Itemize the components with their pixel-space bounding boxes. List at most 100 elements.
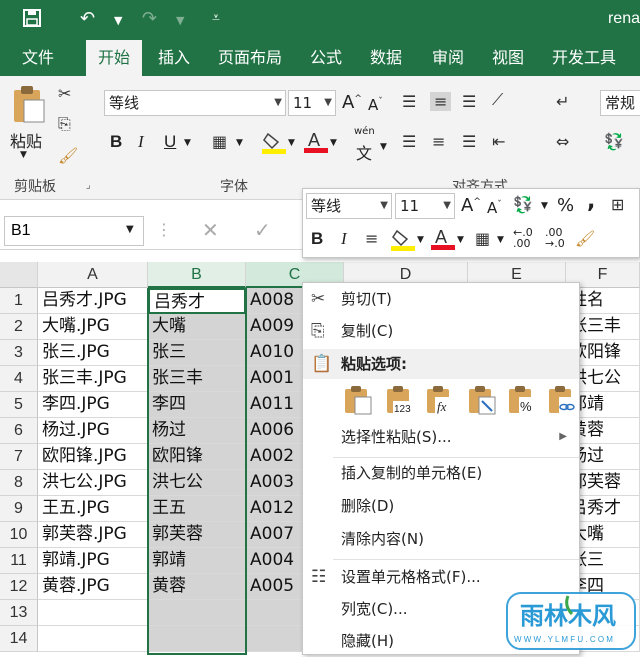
- mini-bold-button[interactable]: B: [311, 229, 323, 249]
- column-header-b[interactable]: B: [148, 262, 246, 288]
- top-align-icon[interactable]: ☰: [402, 92, 416, 111]
- column-header-a[interactable]: A: [38, 262, 148, 288]
- mini-accounting-dropdown-icon[interactable]: ▼: [541, 201, 548, 211]
- wrap-text-icon[interactable]: ↵: [556, 92, 569, 111]
- tab-file[interactable]: 文件: [10, 40, 66, 76]
- decrease-indent-icon[interactable]: ⇤: [492, 132, 505, 151]
- cell-a-7[interactable]: 欧阳锋.JPG: [38, 444, 148, 470]
- paste-icon[interactable]: [10, 84, 46, 128]
- mini-decrease-font-icon[interactable]: Aˇ: [487, 199, 502, 217]
- cell-b-1[interactable]: 吕秀才: [148, 288, 246, 314]
- cell-b-9[interactable]: 王五: [148, 496, 246, 522]
- mini-borders-icon[interactable]: ▦: [475, 229, 490, 248]
- mini-accounting-icon[interactable]: 💱: [513, 195, 533, 214]
- enter-icon[interactable]: ✓: [254, 218, 271, 242]
- italic-button[interactable]: I: [138, 132, 144, 152]
- tab-data[interactable]: 数据: [358, 40, 414, 76]
- underline-button[interactable]: U: [164, 132, 176, 152]
- cell-b-6[interactable]: 杨过: [148, 418, 246, 444]
- align-center-icon[interactable]: ≡: [432, 132, 445, 151]
- phonetic-label[interactable]: wén: [354, 126, 375, 137]
- mini-font-size-dropdown-icon[interactable]: ▼: [443, 194, 451, 218]
- font-size-dropdown-icon[interactable]: ▼: [324, 91, 332, 115]
- font-name-box[interactable]: 等线 ▼: [104, 90, 286, 116]
- menu-item-insert-copied-cells[interactable]: 插入复制的单元格(E): [303, 457, 579, 489]
- cell-a-8[interactable]: 洪七公.JPG: [38, 470, 148, 496]
- paste-link-icon[interactable]: [547, 385, 577, 415]
- merge-center-icon[interactable]: ⇔: [556, 132, 569, 151]
- cell-b-5[interactable]: 李四: [148, 392, 246, 418]
- row-header[interactable]: 11: [0, 548, 38, 574]
- redo-icon[interactable]: ↷: [142, 8, 157, 29]
- cell-b-10[interactable]: 郭芙蓉: [148, 522, 246, 548]
- name-box[interactable]: B1: [4, 216, 144, 246]
- borders-icon[interactable]: ▦: [212, 132, 227, 151]
- row-header[interactable]: 9: [0, 496, 38, 522]
- cell-a-4[interactable]: 张三丰.JPG: [38, 366, 148, 392]
- cell-a-6[interactable]: 杨过.JPG: [38, 418, 148, 444]
- row-header[interactable]: 1: [0, 288, 38, 314]
- tab-view[interactable]: 视图: [480, 40, 536, 76]
- mini-italic-button[interactable]: I: [341, 229, 347, 249]
- redo-dropdown-icon[interactable]: ▼: [176, 14, 184, 27]
- mini-font-size-box[interactable]: 11 ▼: [395, 193, 455, 219]
- mini-percent-button[interactable]: %: [557, 195, 574, 216]
- cut-icon[interactable]: ✂: [58, 84, 71, 103]
- paste-formulas-icon[interactable]: fx: [425, 385, 455, 415]
- row-header[interactable]: 14: [0, 626, 38, 652]
- cancel-icon[interactable]: ✕: [202, 218, 219, 242]
- mini-font-color-icon[interactable]: A: [431, 225, 455, 255]
- font-name-dropdown-icon[interactable]: ▼: [274, 91, 282, 115]
- undo-icon[interactable]: ↶: [80, 8, 95, 29]
- tab-review[interactable]: 审阅: [420, 40, 476, 76]
- fill-color-icon[interactable]: [262, 130, 286, 158]
- borders-dropdown-icon[interactable]: ▼: [236, 138, 243, 148]
- tab-insert[interactable]: 插入: [146, 40, 202, 76]
- mini-font-name-dropdown-icon[interactable]: ▼: [380, 194, 388, 218]
- cell-a-14[interactable]: [38, 626, 148, 652]
- increase-font-icon[interactable]: A^: [342, 92, 362, 113]
- menu-item-delete[interactable]: 删除(D): [303, 490, 579, 522]
- cell-b-11[interactable]: 郭靖: [148, 548, 246, 574]
- cell-a-10[interactable]: 郭芙蓉.JPG: [38, 522, 148, 548]
- font-color-icon[interactable]: A: [304, 128, 328, 158]
- row-header[interactable]: 2: [0, 314, 38, 340]
- cell-a-5[interactable]: 李四.JPG: [38, 392, 148, 418]
- row-header[interactable]: 5: [0, 392, 38, 418]
- bottom-align-icon[interactable]: ☰: [462, 92, 476, 111]
- undo-dropdown-icon[interactable]: ▼: [114, 14, 122, 27]
- cell-a-12[interactable]: 黄蓉.JPG: [38, 574, 148, 600]
- row-header[interactable]: 6: [0, 418, 38, 444]
- save-icon[interactable]: [22, 8, 42, 33]
- orientation-icon[interactable]: ⟋: [492, 90, 503, 110]
- decrease-font-icon[interactable]: Aˇ: [368, 96, 383, 114]
- mini-fill-color-icon[interactable]: [391, 227, 415, 255]
- mini-format-painter-icon[interactable]: 🖌: [575, 229, 595, 248]
- accounting-format-icon[interactable]: 💱: [604, 132, 624, 151]
- mini-align-center-icon[interactable]: ≡: [365, 229, 378, 248]
- align-left-icon[interactable]: ☰: [402, 132, 416, 151]
- underline-dropdown-icon[interactable]: ▼: [184, 138, 191, 148]
- font-color-dropdown-icon[interactable]: ▼: [330, 138, 337, 148]
- mini-increase-decimal-icon[interactable]: ←.0.00: [513, 227, 533, 249]
- mini-increase-font-icon[interactable]: A^: [461, 195, 481, 216]
- cell-b-4[interactable]: 张三丰: [148, 366, 246, 392]
- fill-color-dropdown-icon[interactable]: ▼: [288, 138, 295, 148]
- number-format-box[interactable]: 常规: [600, 90, 640, 116]
- cell-b-12[interactable]: 黄蓉: [148, 574, 246, 600]
- mini-decrease-decimal-icon[interactable]: .00 →.0: [545, 227, 565, 249]
- tab-developer[interactable]: 开发工具: [540, 40, 628, 76]
- customize-qat-icon[interactable]: ⩡: [212, 10, 220, 26]
- cell-a-11[interactable]: 郭靖.JPG: [38, 548, 148, 574]
- row-header[interactable]: 12: [0, 574, 38, 600]
- row-header[interactable]: 3: [0, 340, 38, 366]
- cell-a-3[interactable]: 张三.JPG: [38, 340, 148, 366]
- mini-font-name-box[interactable]: 等线 ▼: [306, 193, 392, 219]
- menu-item-clear-contents[interactable]: 清除内容(N): [303, 523, 579, 555]
- cell-b-7[interactable]: 欧阳锋: [148, 444, 246, 470]
- middle-align-icon[interactable]: ≡: [430, 92, 452, 111]
- cell-a-2[interactable]: 大嘴.JPG: [38, 314, 148, 340]
- row-header[interactable]: 10: [0, 522, 38, 548]
- cell-b-8[interactable]: 洪七公: [148, 470, 246, 496]
- cell-a-13[interactable]: [38, 600, 148, 626]
